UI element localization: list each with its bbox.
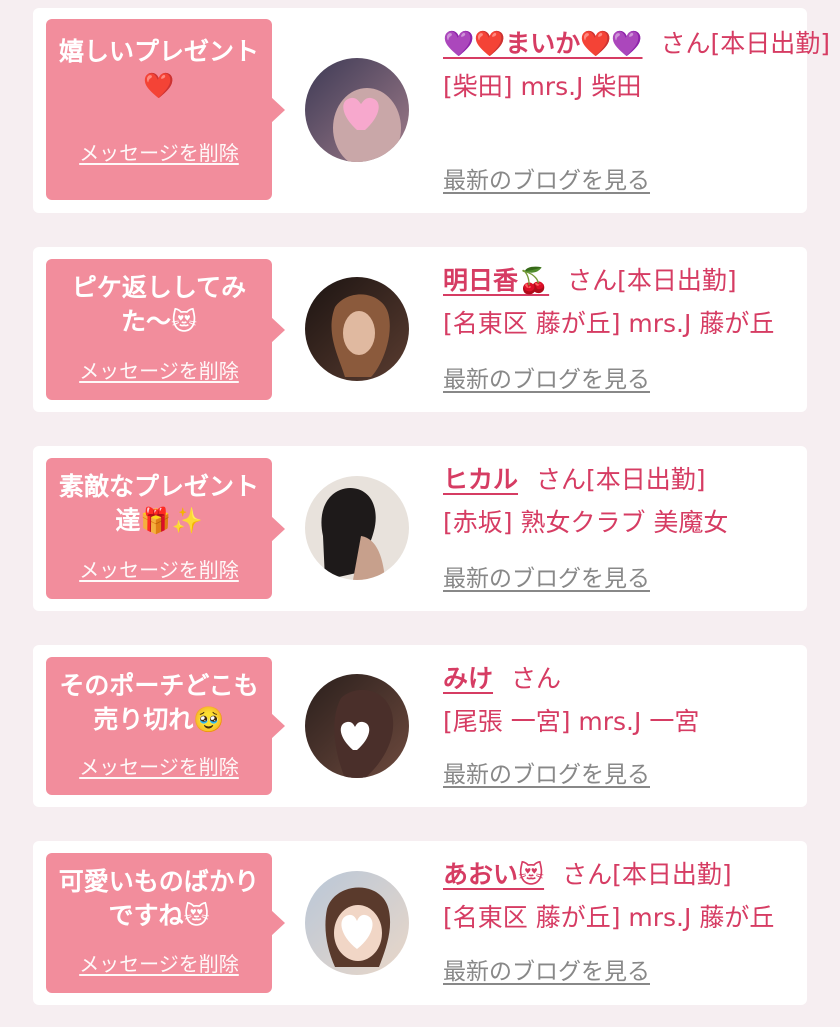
avatar[interactable] (305, 58, 409, 162)
avatar[interactable] (305, 476, 409, 580)
name-suffix: さん (536, 465, 587, 494)
delete-message-link[interactable]: メッセージを削除 (46, 359, 272, 383)
message-card: そのポーチどこも売り切れ🥹 メッセージを削除 みけ さん [尾張 一宮] mrs.… (33, 645, 807, 807)
cast-name-link[interactable]: みけ (443, 664, 493, 693)
cast-info: 💜❤️まいか❤️💜 さん[本日出勤] [柴田] mrs.J 柴田 (443, 22, 830, 108)
message-bubble: 可愛いものばかりですね😻 メッセージを削除 (46, 853, 285, 993)
cast-name-link[interactable]: あおい😻 (443, 860, 544, 889)
message-list: 嬉しいプレゼント❤️ メッセージを削除 💜❤️まいか❤️💜 さん[本日出勤] [柴… (0, 0, 840, 1027)
message-card: 可愛いものばかりですね😻 メッセージを削除 あおい😻 さん[本日出勤] [名東区 … (33, 841, 807, 1005)
message-card: 素敵なプレゼント達🎁✨ メッセージを削除 ヒカル さん[本日出勤] [赤坂] 熟女… (33, 446, 807, 611)
latest-blog-link[interactable]: 最新のブログを見る (443, 166, 650, 196)
avatar-photo (305, 277, 409, 381)
shop-text: [尾張 一宮] mrs.J 一宮 (443, 707, 700, 736)
avatar-photo (305, 674, 409, 778)
avatar-photo (305, 871, 409, 975)
name-suffix: さん (511, 664, 562, 693)
cast-name-link[interactable]: ヒカル (443, 465, 518, 494)
message-card: 嬉しいプレゼント❤️ メッセージを削除 💜❤️まいか❤️💜 さん[本日出勤] [柴… (33, 8, 830, 213)
cast-name-link[interactable]: 💜❤️まいか❤️💜 (443, 29, 643, 58)
cast-name-link[interactable]: 明日香🍒 (443, 266, 549, 295)
shop-text: [名東区 藤が丘] mrs.J 藤が丘 (443, 309, 775, 338)
message-text: 可愛いものばかりですね😻 (58, 867, 260, 930)
avatar[interactable] (305, 871, 409, 975)
shop-text: [名東区 藤が丘] mrs.J 藤が丘 (443, 903, 775, 932)
message-bubble: 嬉しいプレゼント❤️ メッセージを削除 (46, 19, 285, 200)
delete-message-link[interactable]: メッセージを削除 (46, 952, 272, 976)
status-text: [本日出勤] (617, 266, 737, 295)
avatar[interactable] (305, 277, 409, 381)
message-bubble: 素敵なプレゼント達🎁✨ メッセージを削除 (46, 458, 285, 599)
status-text: [本日出勤] (586, 465, 706, 494)
message-text: 素敵なプレゼント達🎁✨ (58, 472, 259, 535)
message-text: そのポーチどこも売り切れ🥹 (59, 671, 259, 734)
message-bubble: そのポーチどこも売り切れ🥹 メッセージを削除 (46, 657, 285, 795)
delete-message-link[interactable]: メッセージを削除 (46, 141, 272, 165)
cast-info: あおい😻 さん[本日出勤] [名東区 藤が丘] mrs.J 藤が丘 (443, 853, 793, 939)
shop-text: [赤坂] 熟女クラブ 美魔女 (443, 508, 729, 537)
avatar-photo (305, 58, 409, 162)
cast-info: みけ さん [尾張 一宮] mrs.J 一宮 (443, 657, 793, 743)
avatar[interactable] (305, 674, 409, 778)
latest-blog-link[interactable]: 最新のブログを見る (443, 760, 650, 790)
latest-blog-link[interactable]: 最新のブログを見る (443, 365, 650, 395)
status-text: [本日出勤] (710, 29, 831, 58)
cast-info: ヒカル さん[本日出勤] [赤坂] 熟女クラブ 美魔女 (443, 458, 793, 544)
name-suffix: さん (660, 29, 711, 58)
latest-blog-link[interactable]: 最新のブログを見る (443, 564, 650, 594)
avatar-photo (305, 476, 409, 580)
message-text: 嬉しいプレゼント❤️ (58, 37, 259, 100)
delete-message-link[interactable]: メッセージを削除 (46, 755, 272, 779)
shop-text: [柴田] mrs.J 柴田 (443, 72, 642, 101)
name-suffix: さん (562, 860, 613, 889)
message-bubble: ピケ返ししてみた〜😻 メッセージを削除 (46, 259, 285, 400)
delete-message-link[interactable]: メッセージを削除 (46, 558, 272, 582)
latest-blog-link[interactable]: 最新のブログを見る (443, 957, 650, 987)
message-text: ピケ返ししてみた〜😻 (71, 273, 247, 336)
status-text: [本日出勤] (612, 860, 732, 889)
cast-info: 明日香🍒 さん[本日出勤] [名東区 藤が丘] mrs.J 藤が丘 (443, 259, 793, 345)
name-suffix: さん (567, 266, 618, 295)
message-card: ピケ返ししてみた〜😻 メッセージを削除 明日香🍒 さん[本日出勤] [名東区 藤が… (33, 247, 807, 412)
